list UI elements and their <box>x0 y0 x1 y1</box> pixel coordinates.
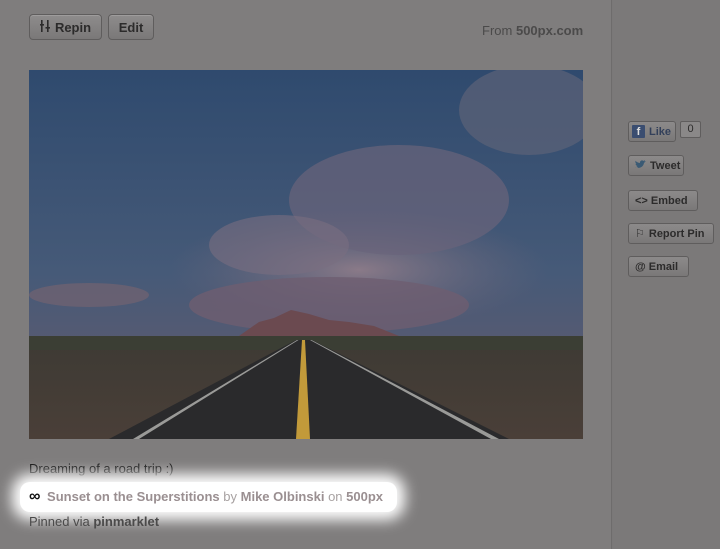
road-sunset-photo <box>29 70 583 439</box>
source-link[interactable]: 500px.com <box>516 23 583 38</box>
pin-icon <box>39 19 51 35</box>
tweet-button[interactable]: Tweet <box>628 155 684 176</box>
like-label: Like <box>649 125 672 138</box>
email-label: Email <box>648 260 679 273</box>
attribution-line: ∞ Sunset on the Superstitions by Mike Ol… <box>29 488 383 506</box>
pinned-via-link[interactable]: pinmarklet <box>93 514 159 529</box>
attribution-title-link[interactable]: Sunset on the Superstitions <box>47 489 220 504</box>
embed-label: <> Embed <box>635 194 688 207</box>
edit-label: Edit <box>118 19 144 35</box>
repin-label: Repin <box>54 19 92 35</box>
edit-button[interactable]: Edit <box>108 14 154 40</box>
report-pin-button[interactable]: ⚐ Report Pin <box>628 223 714 244</box>
attribution-author-link[interactable]: Mike Olbinski <box>241 489 325 504</box>
embed-button[interactable]: <> Embed <box>628 190 698 211</box>
at-icon: @ <box>635 260 646 273</box>
tweet-label: Tweet <box>650 159 681 172</box>
infinity-icon: ∞ <box>29 488 41 505</box>
attribution-on: on <box>328 489 343 504</box>
pin-image[interactable] <box>29 70 583 439</box>
flag-icon: ⚐ <box>635 228 645 240</box>
attribution-site-link[interactable]: 500px <box>346 489 383 504</box>
facebook-icon: f <box>632 125 645 138</box>
like-count: 0 <box>680 121 701 138</box>
pinned-prefix: Pinned via <box>29 514 90 529</box>
source-line: From 500px.com <box>482 23 583 38</box>
attribution-by: by <box>223 489 238 504</box>
twitter-bird-icon <box>635 159 646 172</box>
email-button[interactable]: @ Email <box>628 256 689 277</box>
pinned-via-line: Pinned via pinmarklet <box>29 514 159 529</box>
source-prefix: From <box>482 23 513 38</box>
report-label: Report Pin <box>648 227 705 240</box>
pin-description: Dreaming of a road trip :) <box>29 461 174 476</box>
facebook-like-button[interactable]: f Like <box>628 121 676 142</box>
repin-button[interactable]: Repin <box>29 14 102 40</box>
